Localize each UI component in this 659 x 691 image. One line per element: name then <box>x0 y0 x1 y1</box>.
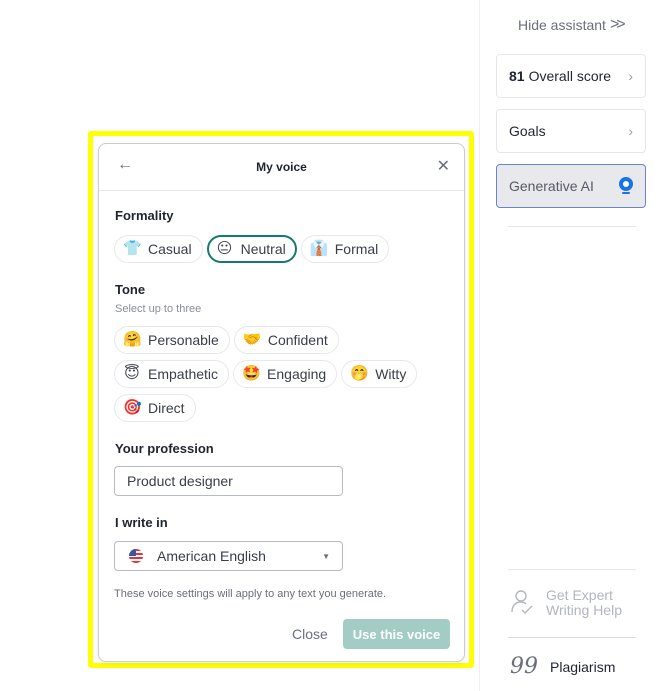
close-icon[interactable]: ✕ <box>437 156 450 176</box>
my-voice-dialog: ← My voice ✕ Formality 👕 Casual 😐 Neutra… <box>98 143 465 662</box>
goals-card[interactable]: Goals › <box>496 109 646 153</box>
us-flag-icon <box>129 549 143 563</box>
dialog-title: My voice <box>256 160 307 174</box>
dialog-header: ← My voice ✕ <box>99 144 464 191</box>
chip-label: Confident <box>267 332 328 348</box>
language-label: I write in <box>115 515 168 530</box>
tone-chip-confident[interactable]: 🤝 Confident <box>233 326 339 354</box>
chip-label: Personable <box>148 332 219 348</box>
tshirt-icon: 👕 <box>123 240 142 257</box>
hugging-face-icon: 🤗 <box>123 331 142 348</box>
hide-assistant-label: Hide assistant <box>518 17 606 33</box>
chip-label: Casual <box>148 241 192 257</box>
tone-label: Tone <box>115 282 146 297</box>
chip-label: Empathetic <box>148 366 219 382</box>
tone-chip-personable[interactable]: 🤗 Personable <box>114 326 230 354</box>
expert-help-line2: Writing Help <box>546 602 622 618</box>
overall-score-value: 81 <box>509 68 525 84</box>
tone-options-row1: 🤗 Personable 🤝 Confident <box>114 326 339 354</box>
assistant-sidebar: Hide assistant >> 81 Overall score › Goa… <box>479 0 659 691</box>
formality-chip-formal[interactable]: 👔 Formal <box>300 235 390 263</box>
voice-settings-note: These voice settings will apply to any t… <box>114 588 387 600</box>
formality-chip-neutral[interactable]: 😐 Neutral <box>206 235 297 263</box>
sidebar-divider <box>508 569 636 570</box>
star-struck-icon: 🤩 <box>242 365 261 382</box>
overall-score-label: Overall score <box>528 68 612 84</box>
sidebar-divider <box>508 226 636 227</box>
tone-chip-engaging[interactable]: 🤩 Engaging <box>233 360 338 388</box>
formality-chip-casual[interactable]: 👕 Casual <box>114 235 203 263</box>
double-chevron-right-icon: >> <box>609 16 626 33</box>
tone-options-row2: 😇 Empathetic 🤩 Engaging 🤭 Witty <box>114 360 418 388</box>
necktie-icon: 👔 <box>309 240 329 257</box>
chip-label: Witty <box>375 366 407 382</box>
expert-writing-help-button[interactable]: Get Expert Writing Help <box>510 588 622 618</box>
generative-ai-label: Generative AI <box>509 178 594 194</box>
chip-label: Engaging <box>267 366 327 382</box>
halo-face-icon: 😇 <box>124 365 140 382</box>
language-select[interactable]: American English ▼ <box>114 541 343 571</box>
profession-label: Your profession <box>115 441 214 456</box>
handshake-icon: 🤝 <box>242 331 262 348</box>
tone-sublabel: Select up to three <box>115 303 202 315</box>
chip-label: Formal <box>334 241 379 257</box>
tone-chip-direct[interactable]: 🎯 Direct <box>114 394 196 422</box>
use-this-voice-button[interactable]: Use this voice <box>343 619 450 649</box>
chevron-right-icon: › <box>628 68 633 84</box>
expert-help-line1: Get Expert <box>546 587 613 603</box>
formality-label: Formality <box>115 208 174 223</box>
close-button[interactable]: Close <box>292 626 328 642</box>
caret-down-icon: ▼ <box>322 551 330 561</box>
plagiarism-button[interactable]: 99 Plagiarism <box>510 654 616 679</box>
plagiarism-label: Plagiarism <box>550 659 616 675</box>
chip-label: Direct <box>148 400 185 416</box>
tone-chip-witty[interactable]: 🤭 Witty <box>341 360 418 388</box>
neutral-face-icon: 😐 <box>216 240 233 257</box>
overall-score-card[interactable]: 81 Overall score › <box>496 54 646 98</box>
chip-label: Neutral <box>240 241 286 257</box>
hand-over-mouth-icon: 🤭 <box>350 365 369 382</box>
lightbulb-icon <box>619 177 633 195</box>
quote-icon: 99 <box>510 654 538 679</box>
target-icon: 🎯 <box>123 399 142 416</box>
goals-label: Goals <box>509 123 546 139</box>
profession-input[interactable] <box>114 466 343 496</box>
sidebar-divider <box>508 637 636 638</box>
hide-assistant-button[interactable]: Hide assistant >> <box>518 16 626 34</box>
tone-options-row3: 🎯 Direct <box>114 394 196 422</box>
expert-person-check-icon <box>511 590 533 614</box>
formality-options: 👕 Casual 😐 Neutral 👔 Formal <box>114 235 390 263</box>
tone-chip-empathetic[interactable]: 😇 Empathetic <box>114 360 230 388</box>
back-arrow-icon[interactable]: ← <box>117 156 133 174</box>
language-value: American English <box>157 548 266 564</box>
generative-ai-card[interactable]: Generative AI <box>496 164 646 208</box>
chevron-right-icon: › <box>628 123 633 139</box>
